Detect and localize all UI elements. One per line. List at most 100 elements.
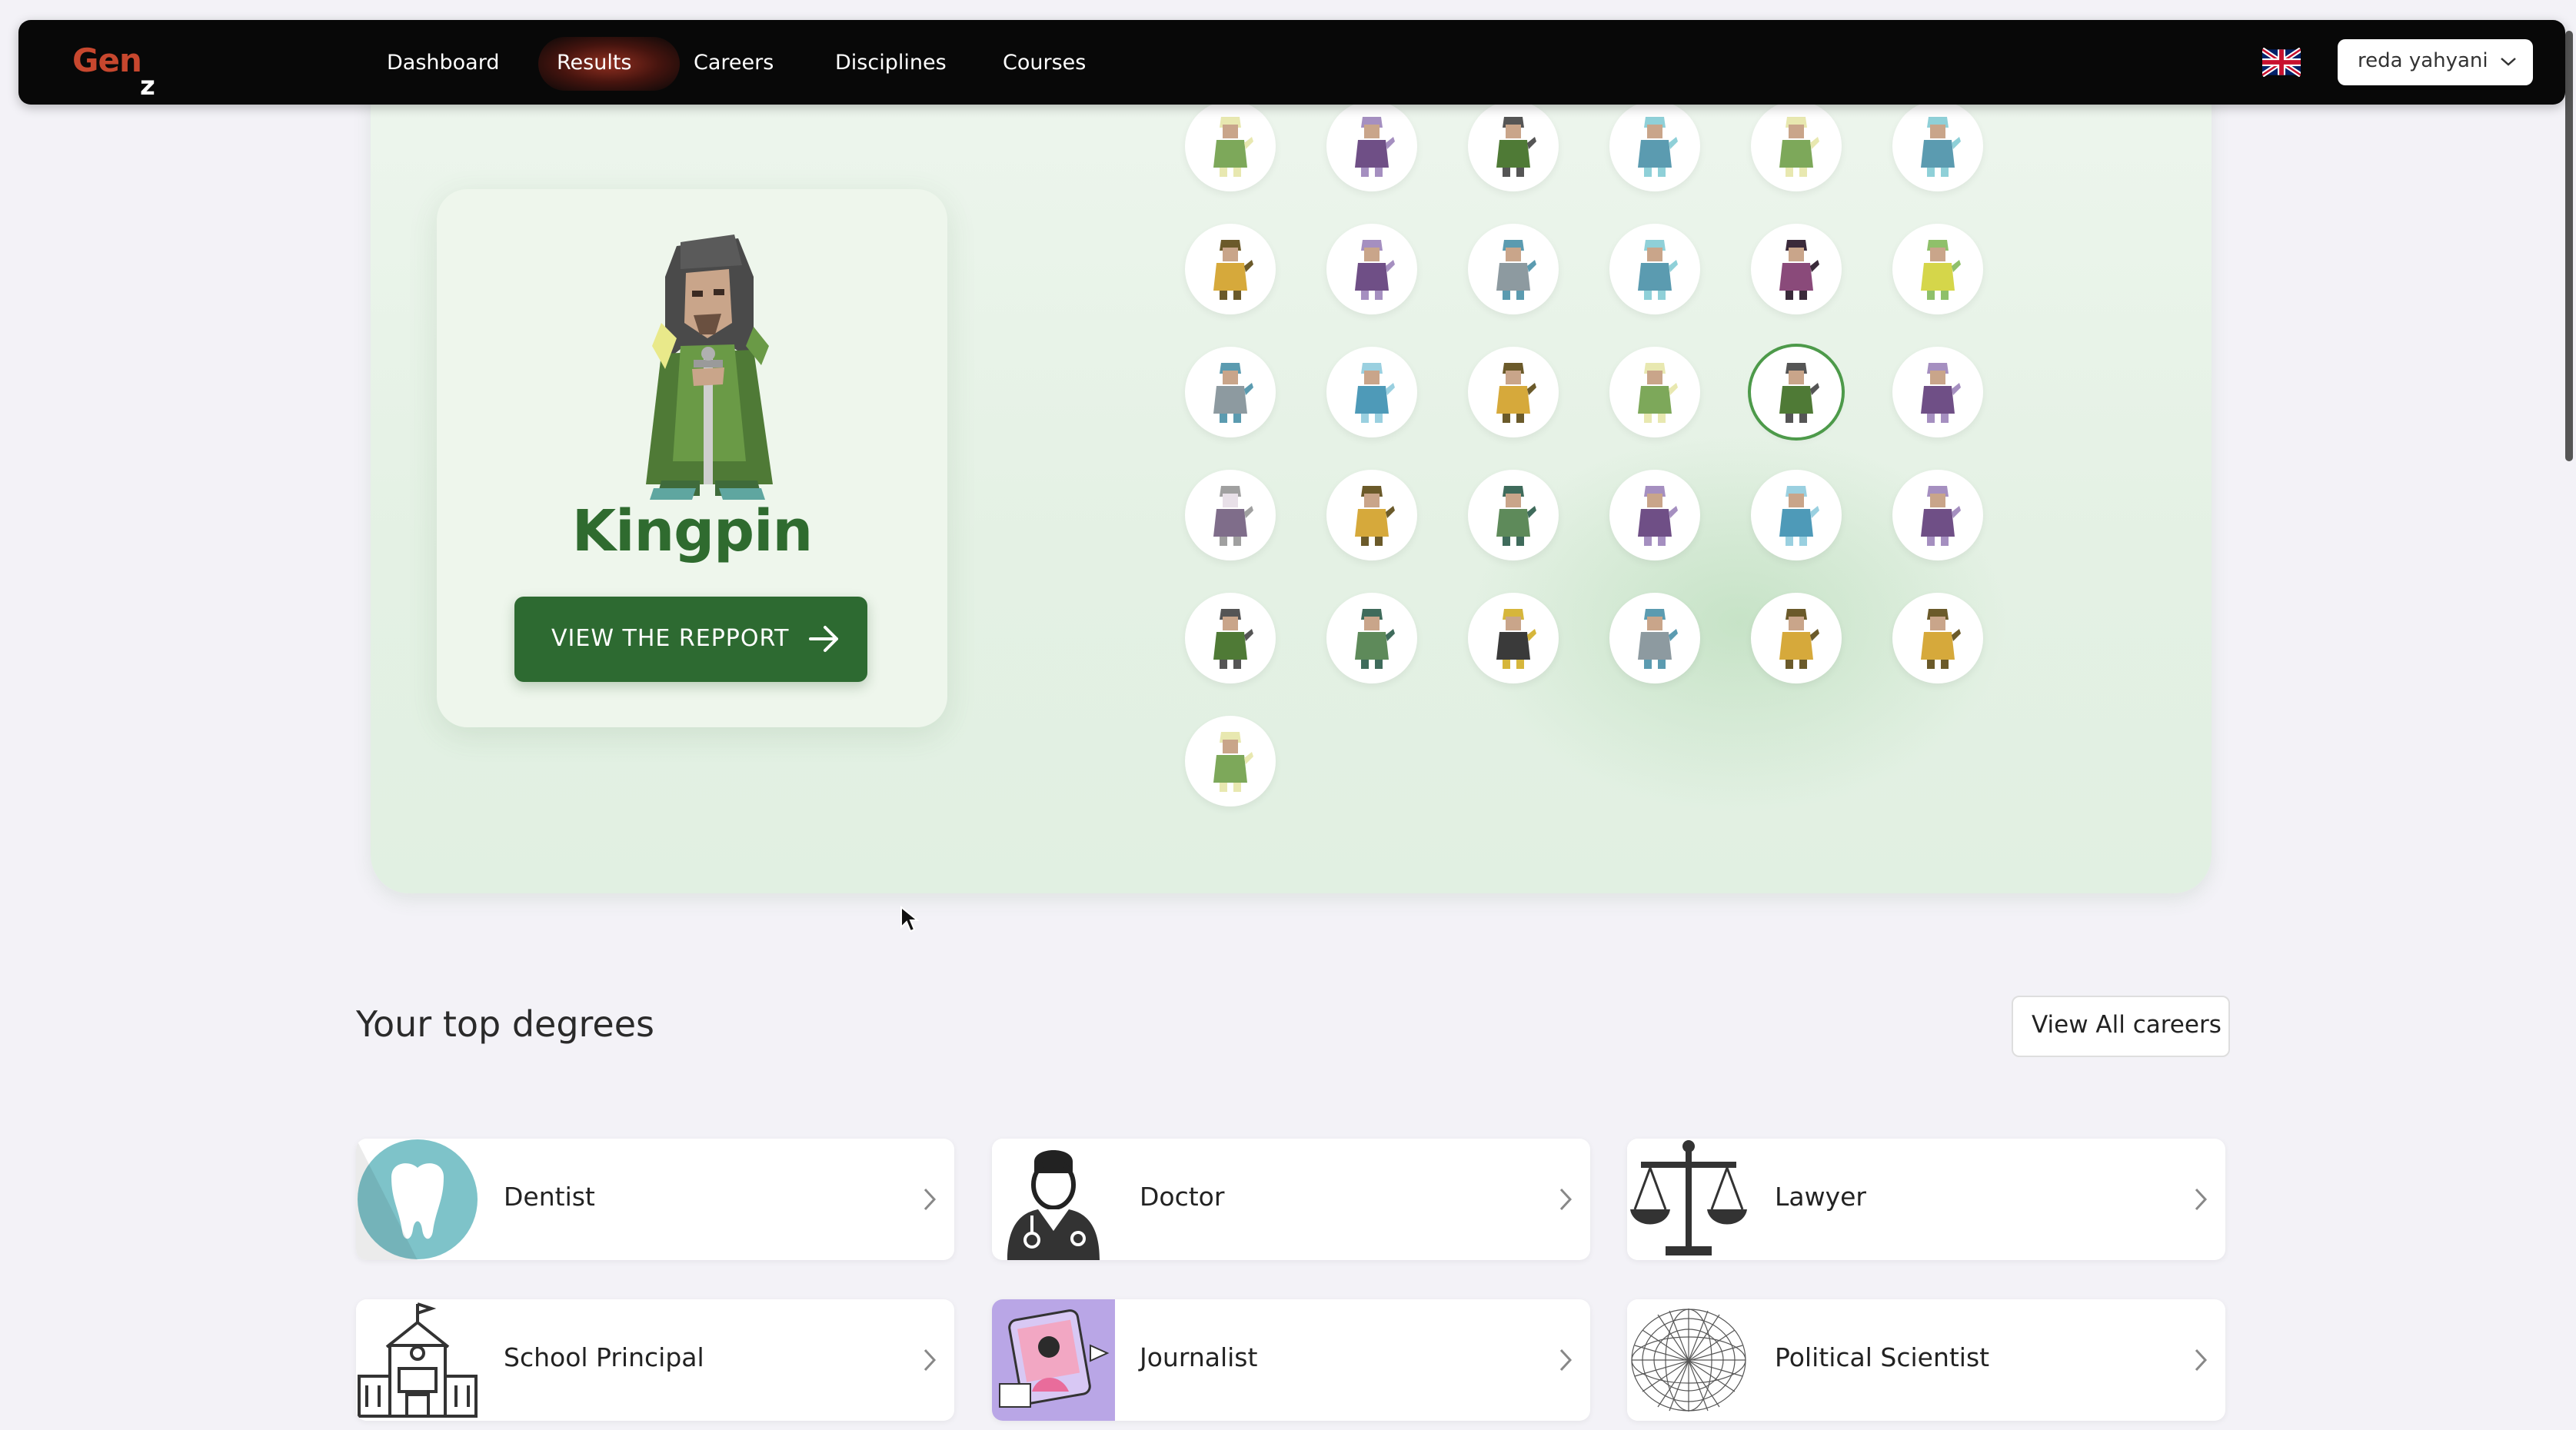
avatar-purple-sorcerer[interactable] [1609,470,1700,560]
avatar-elf-archer[interactable] [1609,347,1700,437]
view-report-label: VIEW THE REPPORT [551,625,790,652]
blue-engineer-icon [1921,117,1961,177]
avatar-blue-engineer[interactable] [1609,224,1700,314]
degree-name: Dentist [504,1182,595,1212]
yellow-jester-icon [1921,240,1961,300]
green-ranger-icon [1496,486,1536,546]
avatar-yellow-warrior[interactable] [1892,593,1983,683]
journalist-icon [992,1299,1115,1421]
avatar-grey-scholar[interactable] [1468,224,1559,314]
dark-rogue-icon [1496,609,1536,669]
purple-dancer-icon [1779,240,1819,300]
chevron-right-icon [2195,1349,2208,1372]
logo-main-text: Gen [72,42,142,79]
nav-dashboard[interactable]: Dashboard [387,50,499,76]
avatar-grey-scholar[interactable] [1185,347,1276,437]
degree-name: Lawyer [1775,1182,1866,1212]
chevron-right-icon [1559,1349,1573,1372]
degree-card-doctor[interactable]: Doctor [992,1139,1590,1260]
blue-inventor-icon [1779,486,1819,546]
logo-sub-text: z [140,71,155,101]
elf-archer-icon [1638,363,1678,423]
uk-flag-icon[interactable] [2262,48,2301,77]
user-name: reda yahyani [2358,49,2488,72]
view-all-careers-button[interactable]: View All careers [2012,996,2230,1057]
avatar-yellow-warrior[interactable] [1185,224,1276,314]
avatar-yellow-jester[interactable] [1892,224,1983,314]
blue-inventor-icon [1355,363,1395,423]
avatar-blue-inventor[interactable] [1326,347,1417,437]
doctor-icon [992,1139,1115,1260]
top-navbar: Gen z Dashboard Results Careers Discipli… [18,20,2565,105]
page-scrollbar[interactable] [2565,31,2573,461]
purple-sorcerer-icon [1921,363,1961,423]
blue-engineer-icon [1638,117,1678,177]
chevron-right-icon [1559,1188,1573,1211]
green-knight-icon [1779,363,1819,423]
avatar-green-knight[interactable] [1468,101,1559,191]
avatar-purple-sorcerer[interactable] [1326,224,1417,314]
grey-scholar-icon [1638,609,1678,669]
avatar-purple-dancer[interactable] [1751,224,1842,314]
avatar-purple-sorcerer[interactable] [1326,101,1417,191]
degree-name: Doctor [1140,1182,1225,1212]
green-knight-icon [1213,609,1253,669]
elf-archer-icon [1213,117,1253,177]
degree-card-political-scientist[interactable]: Political Scientist [1627,1299,2225,1421]
degree-name: School Principal [504,1342,704,1372]
view-report-button[interactable]: VIEW THE REPPORT [514,597,867,682]
degree-card-dentist[interactable]: Dentist [356,1139,954,1260]
elf-archer-icon [1213,732,1253,792]
chevron-down-icon [2501,58,2516,66]
white-mage-icon [1213,486,1253,546]
avatar-green-ranger[interactable] [1326,593,1417,683]
avatar-green-knight[interactable] [1751,347,1842,437]
avatar-green-knight[interactable] [1185,593,1276,683]
chevron-right-icon [924,1188,937,1211]
avatar-grey-scholar[interactable] [1609,593,1700,683]
chevron-right-icon [924,1349,937,1372]
avatar-blue-engineer[interactable] [1892,101,1983,191]
avatar-yellow-warrior[interactable] [1468,347,1559,437]
degree-card-journalist[interactable]: Journalist [992,1299,1590,1421]
avatar-dark-rogue[interactable] [1468,593,1559,683]
avatar-purple-sorcerer[interactable] [1892,347,1983,437]
grey-scholar-icon [1496,240,1536,300]
mouse-cursor-icon [900,906,920,933]
avatar-yellow-warrior[interactable] [1751,593,1842,683]
avatar-white-mage[interactable] [1185,470,1276,560]
yellow-warrior-icon [1355,486,1395,546]
degree-card-school-principal[interactable]: School Principal [356,1299,954,1421]
yellow-warrior-icon [1496,363,1536,423]
avatar-elf-archer[interactable] [1751,101,1842,191]
nav-results[interactable]: Results [557,50,632,76]
arrow-right-icon [809,626,838,652]
top-degrees-heading: Your top degrees [356,1003,654,1045]
avatar-yellow-warrior[interactable] [1326,470,1417,560]
avatar-elf-archer[interactable] [1185,101,1276,191]
degree-name: Political Scientist [1775,1342,1990,1372]
purple-sorcerer-icon [1638,486,1678,546]
avatar-green-ranger[interactable] [1468,470,1559,560]
kingpin-character-icon [646,234,773,500]
genz-logo[interactable]: Gen z [72,42,155,101]
blue-engineer-icon [1638,240,1678,300]
yellow-warrior-icon [1213,240,1253,300]
degree-name: Journalist [1140,1342,1258,1372]
nav-courses[interactable]: Courses [1003,50,1086,76]
avatar-blue-engineer[interactable] [1609,101,1700,191]
degree-card-lawyer[interactable]: Lawyer [1627,1139,2225,1260]
nav-careers[interactable]: Careers [694,50,774,76]
green-ranger-icon [1355,609,1395,669]
user-menu-button[interactable]: reda yahyani [2338,39,2533,85]
view-all-careers-label: View All careers [2032,1011,2222,1039]
yellow-warrior-icon [1921,609,1961,669]
avatar-purple-sorcerer[interactable] [1892,470,1983,560]
avatar-elf-archer[interactable] [1185,716,1276,806]
grey-scholar-icon [1213,363,1253,423]
scales-icon [1627,1139,1750,1260]
school-icon [356,1299,479,1421]
yellow-warrior-icon [1779,609,1819,669]
nav-disciplines[interactable]: Disciplines [835,50,947,76]
avatar-blue-inventor[interactable] [1751,470,1842,560]
